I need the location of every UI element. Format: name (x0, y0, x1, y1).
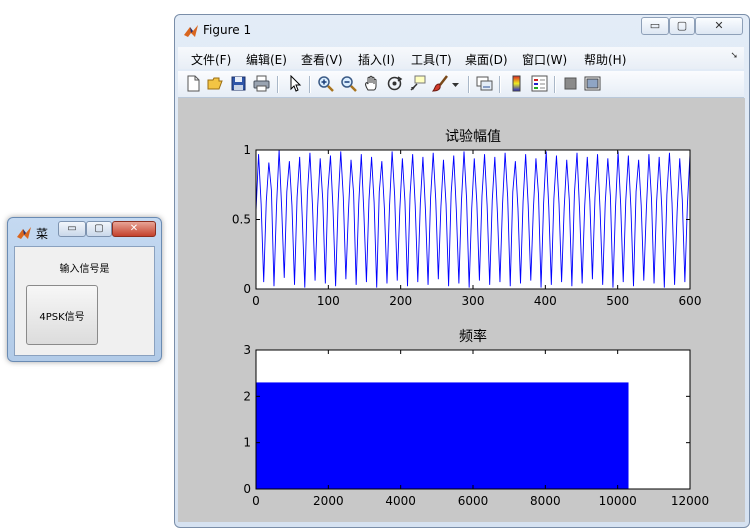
close-button[interactable]: ✕ (112, 221, 156, 237)
chart-2-ytick-label: 1 (243, 436, 251, 450)
brush-icon[interactable] (432, 75, 449, 92)
close-button[interactable]: ✕ (695, 17, 743, 35)
matlab-logo-icon (184, 25, 198, 37)
maximize-button[interactable]: ▢ (669, 17, 695, 35)
minimize-button[interactable]: ▭ (58, 221, 86, 237)
toolbar-separator (554, 76, 556, 93)
toolbar-separator (277, 76, 279, 93)
menu-edit[interactable]: 编辑(E) (246, 51, 287, 68)
chart-1-title: 试验幅值 (445, 129, 501, 145)
chart-1-xtick-label: 100 (317, 294, 340, 308)
hide-plot-tools-icon[interactable] (562, 75, 579, 92)
brush-dropdown-icon[interactable] (451, 75, 460, 92)
link-plot-icon[interactable] (476, 75, 493, 92)
menu-insert[interactable]: 插入(I) (358, 51, 395, 68)
maximize-button[interactable]: ▢ (86, 221, 112, 237)
save-icon[interactable] (230, 75, 247, 92)
open-file-icon[interactable] (207, 75, 224, 92)
chart-2-xtick-label: 0 (252, 494, 260, 508)
menu-window-title: 菜 (36, 227, 49, 241)
chart-2-ytick-label: 2 (243, 389, 251, 403)
minimize-icon: ▭ (67, 223, 77, 234)
figure-plots: 0 100 200 300 400 500 60000.51试验幅值0 2000 4000 600… (232, 129, 709, 508)
close-icon: ✕ (714, 19, 724, 32)
chart-2-xtick-label: 6000 (458, 494, 489, 508)
show-plot-tools-icon[interactable] (584, 75, 601, 92)
menu-desktop[interactable]: 桌面(D) (465, 51, 508, 68)
toolbar-separator (468, 76, 470, 93)
pointer-icon[interactable] (286, 75, 303, 92)
minimize-icon: ▭ (649, 19, 661, 32)
chart-2-ytick-label: 0 (243, 482, 251, 496)
figure-toolbar (178, 71, 744, 98)
4psk-signal-button-label: 4PSK信号 (39, 311, 85, 323)
chart-2-xtick-label: 8000 (530, 494, 561, 508)
figure-window: Figure 1 ▭ ▢ ✕ 文件(F) 编辑(E) 查看(V) 插入(I) 工… (174, 14, 750, 528)
zoom-in-icon[interactable] (317, 75, 334, 92)
toolbar-separator (309, 76, 311, 93)
menu-tools[interactable]: 工具(T) (411, 51, 452, 68)
colorbar-icon[interactable] (508, 75, 525, 92)
chart-2-xtick-label: 2000 (313, 494, 344, 508)
toolbar-separator (499, 76, 501, 93)
new-figure-icon[interactable] (185, 75, 202, 92)
legend-icon[interactable] (531, 75, 548, 92)
menu-bar: 文件(F) 编辑(E) 查看(V) 插入(I) 工具(T) 桌面(D) 窗口(W… (178, 47, 744, 69)
chart-1-xtick-label: 200 (389, 294, 412, 308)
matlab-logo-icon (17, 227, 31, 239)
chart-1-xtick-label: 600 (679, 294, 702, 308)
chart-2-xtick-label: 4000 (385, 494, 416, 508)
menu-window-titlebar[interactable]: 菜 ▭ ▢ ✕ (8, 218, 161, 244)
rotate-3d-icon[interactable] (386, 75, 403, 92)
chart-1-xtick-label: 300 (462, 294, 485, 308)
chart-2-xtick-label: 12000 (671, 494, 709, 508)
figure-canvas: 0 100 200 300 400 500 600 0 0.5 1 试验幅值 0 2000 4000 600… (178, 98, 745, 522)
chart-1-xtick-label: 500 (606, 294, 629, 308)
chart-1-ytick-label: 1 (243, 143, 251, 157)
4psk-signal-button[interactable]: 4PSK信号 (26, 285, 98, 345)
maximize-icon: ▢ (94, 223, 104, 234)
chart-2-bar-0 (256, 382, 629, 489)
menu-file[interactable]: 文件(F) (191, 51, 231, 68)
chart-2-title: 频率 (459, 328, 487, 345)
chart-2-xtick-label: 10000 (599, 494, 637, 508)
close-icon: ✕ (129, 223, 139, 234)
pan-hand-icon[interactable] (363, 75, 380, 92)
input-signal-label: 输入信号是 (59, 264, 110, 275)
zoom-out-icon[interactable] (340, 75, 357, 92)
menu-window-client: 输入信号是 4PSK信号 (14, 246, 155, 356)
menu-window[interactable]: 窗口(W) (522, 51, 567, 68)
maximize-icon: ▢ (676, 19, 688, 32)
chart-1-xtick-label: 400 (534, 294, 557, 308)
menu-help[interactable]: 帮助(H) (584, 51, 626, 68)
figure-window-title: Figure 1 (203, 23, 252, 37)
menu-more-icon[interactable]: ➘ (730, 51, 738, 61)
print-icon[interactable] (253, 75, 270, 92)
chart-2-ytick-label: 3 (243, 343, 251, 357)
minimize-button[interactable]: ▭ (641, 17, 669, 35)
chart-1-ytick-label: 0.5 (232, 213, 251, 227)
menu-view[interactable]: 查看(V) (301, 51, 343, 68)
menu-window: 菜 ▭ ▢ ✕ 输入信号是 4PSK信号 (7, 217, 162, 362)
chart-1-xtick-label: 0 (252, 294, 260, 308)
chart-1-ytick-label: 0 (243, 282, 251, 296)
data-cursor-icon[interactable] (409, 75, 426, 92)
